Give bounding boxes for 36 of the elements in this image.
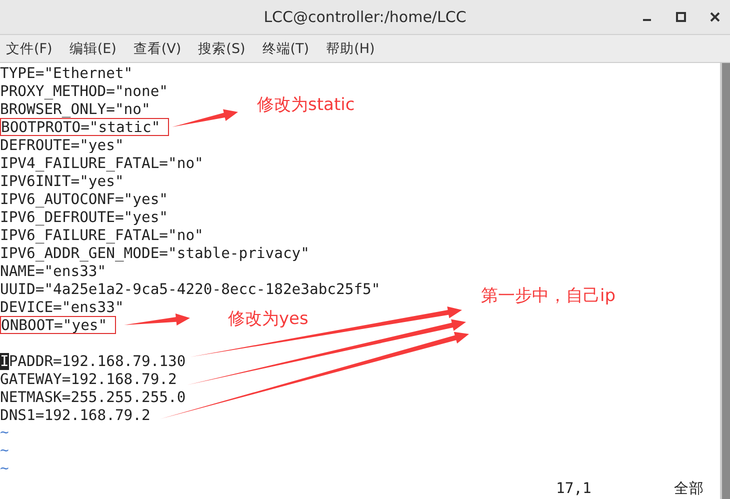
code-line: PROXY_METHOD="none" xyxy=(0,82,170,100)
empty-line-marker: ~ xyxy=(0,442,9,459)
window-title: LCC@controller:/home/LCC xyxy=(264,8,466,26)
code-line: DNS1=192.168.79.2 xyxy=(0,406,152,424)
code-line: IPV6_AUTOCONF="yes" xyxy=(0,190,170,208)
empty-line-marker: ~ xyxy=(0,460,9,477)
code-line: GATEWAY=192.168.79.2 xyxy=(0,370,178,388)
menu-item[interactable]: 帮助(H) xyxy=(326,40,375,58)
annotation-text: 修改为static xyxy=(257,94,355,116)
scrollbar[interactable] xyxy=(720,63,730,499)
code-line: DEFROUTE="yes" xyxy=(0,136,125,154)
cursor-position: 17,1 xyxy=(556,480,592,498)
code-line: BROWSER_ONLY="no" xyxy=(0,100,152,118)
code-line: IPV6_ADDR_GEN_MODE="stable-privacy" xyxy=(0,244,310,262)
maximize-icon[interactable] xyxy=(676,12,686,22)
scroll-position: 全部 xyxy=(674,480,704,498)
code-line: DEVICE="ens33" xyxy=(0,298,125,316)
empty-line-marker: ~ xyxy=(0,424,9,441)
menu-item[interactable]: 文件(F) xyxy=(6,40,52,58)
code-line: NETMASK=255.255.255.0 xyxy=(0,388,187,406)
menu-item[interactable]: 终端(T) xyxy=(262,40,310,58)
close-icon[interactable] xyxy=(710,12,720,22)
annotation-arrow xyxy=(172,109,238,127)
annotation-text: 第一步中，自己ip xyxy=(481,285,616,307)
code-line: NAME="ens33" xyxy=(0,262,108,280)
annotation-text: 修改为yes xyxy=(228,308,308,330)
menu-item[interactable]: 查看(V) xyxy=(133,40,182,58)
code-line: IPV6_DEFROUTE="yes" xyxy=(0,208,170,226)
code-line: TYPE="Ethernet" xyxy=(0,64,134,82)
code-line: IPADDR=192.168.79.130 xyxy=(0,352,187,370)
code-line: IPV6_FAILURE_FATAL="no" xyxy=(0,226,204,244)
menu-item[interactable]: 搜索(S) xyxy=(198,40,246,58)
code-line: IPV4_FAILURE_FATAL="no" xyxy=(0,154,204,172)
code-line: UUID="4a25e1a2-9ca5-4220-8ecc-182e3abc25f5" xyxy=(0,280,382,298)
code-line: IPV6INIT="yes" xyxy=(0,172,125,190)
menu-item[interactable]: 编辑(E) xyxy=(69,40,116,58)
